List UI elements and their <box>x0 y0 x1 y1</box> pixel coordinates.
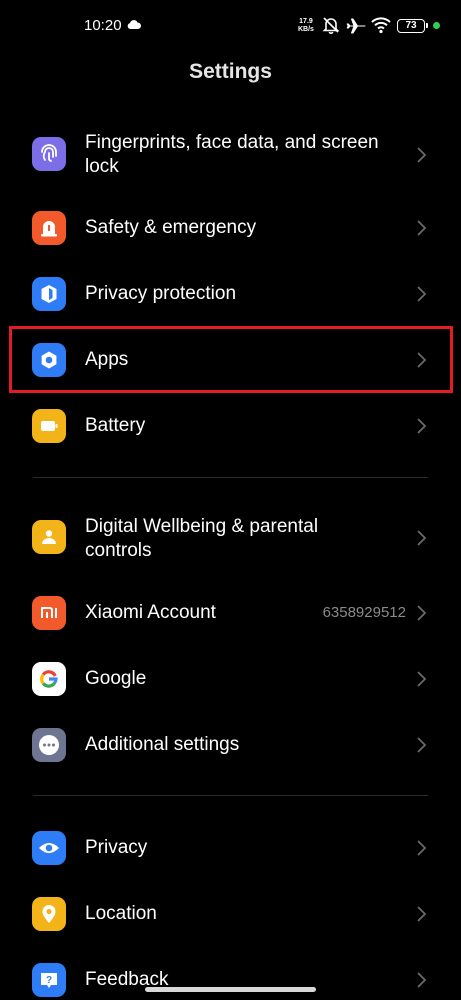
status-time: 10:20 <box>84 17 122 34</box>
settings-item-privacy-protection[interactable]: Privacy protection <box>0 261 461 327</box>
fingerprint-icon <box>32 137 66 171</box>
settings-item-label: Google <box>85 668 147 689</box>
eye-icon <box>32 831 66 865</box>
chevron-right-icon <box>417 605 427 621</box>
settings-item-fingerprints[interactable]: Fingerprints, face data, and screen lock <box>0 120 461 190</box>
settings-item-label: Xiaomi Account <box>85 602 216 623</box>
settings-item-location[interactable]: Location <box>0 881 461 947</box>
charging-dot <box>433 22 440 29</box>
network-speed: 17.9 KB/s <box>298 18 314 34</box>
chevron-right-icon <box>417 972 427 988</box>
chevron-right-icon <box>417 906 427 922</box>
wellbeing-icon <box>32 520 66 554</box>
settings-item-label: Digital Wellbeing & parental controls <box>85 516 319 561</box>
settings-item-label: Location <box>85 903 157 924</box>
chevron-right-icon <box>417 286 427 302</box>
cloud-icon <box>127 20 141 29</box>
svg-text:?: ? <box>46 975 52 986</box>
settings-item-feedback[interactable]: ? Feedback <box>0 947 461 1000</box>
chevron-right-icon <box>417 220 427 236</box>
account-id-value: 6358929512 <box>322 604 406 621</box>
shield-icon <box>32 277 66 311</box>
more-dots-icon <box>32 728 66 762</box>
emergency-icon <box>32 211 66 245</box>
airplane-icon <box>346 18 366 34</box>
google-g-icon <box>32 662 66 696</box>
chevron-right-icon <box>417 671 427 687</box>
mute-icon <box>322 17 340 34</box>
settings-item-label: Safety & emergency <box>85 217 257 238</box>
settings-item-xiaomi-account[interactable]: Xiaomi Account 6358929512 <box>0 580 461 646</box>
feedback-icon: ? <box>32 963 66 997</box>
settings-item-additional-settings[interactable]: Additional settings <box>0 712 461 778</box>
section-divider <box>33 795 428 796</box>
page-title: Settings <box>189 60 272 83</box>
home-indicator[interactable] <box>145 987 316 992</box>
highlight-box <box>9 326 453 393</box>
chevron-right-icon <box>417 147 427 163</box>
network-speed-value: 17.9 <box>299 18 313 25</box>
settings-item-label: Battery <box>85 415 146 436</box>
settings-item-label: Fingerprints, face data, and screen lock <box>85 132 379 177</box>
settings-item-privacy[interactable]: Privacy <box>0 815 461 881</box>
chevron-right-icon <box>417 737 427 753</box>
settings-item-label: Privacy protection <box>85 283 237 304</box>
chevron-right-icon <box>417 840 427 856</box>
chevron-right-icon <box>417 530 427 546</box>
network-speed-unit: KB/s <box>298 26 314 33</box>
chevron-right-icon <box>417 418 427 434</box>
settings-item-battery[interactable]: Battery <box>0 393 461 459</box>
battery-icon <box>32 409 66 443</box>
settings-item-label: Privacy <box>85 837 148 858</box>
settings-item-label: Additional settings <box>85 734 240 755</box>
settings-item-digital-wellbeing[interactable]: Digital Wellbeing & parental controls <box>0 503 461 573</box>
mi-logo-icon <box>32 596 66 630</box>
settings-item-safety[interactable]: Safety & emergency <box>0 195 461 261</box>
battery-indicator: 73 <box>397 19 428 33</box>
section-divider <box>33 477 428 478</box>
wifi-icon <box>371 17 391 34</box>
settings-item-google[interactable]: Google <box>0 646 461 712</box>
location-pin-icon <box>32 897 66 931</box>
status-bar: 10:20 17.9 KB/s 73 <box>0 0 461 52</box>
